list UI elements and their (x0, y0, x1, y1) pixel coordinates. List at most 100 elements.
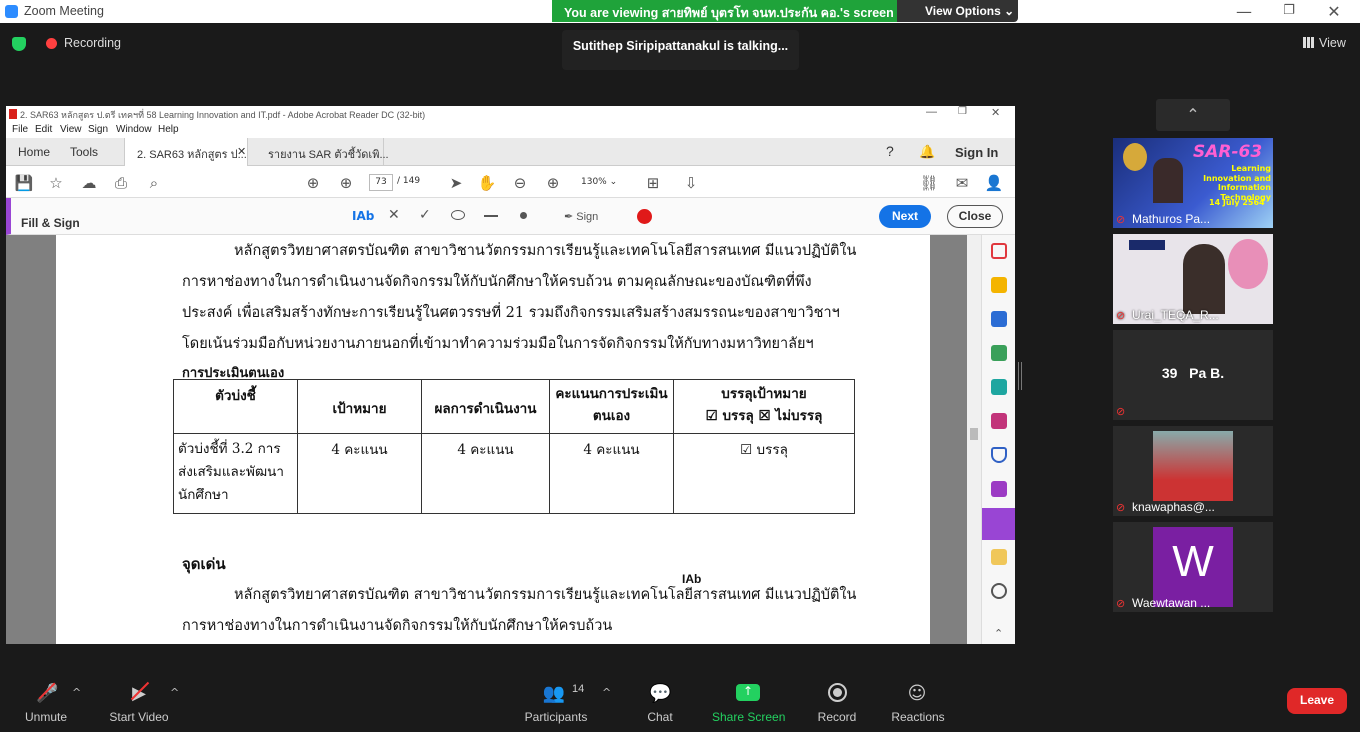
menu-view[interactable]: View (60, 124, 82, 135)
close-fill-sign-button[interactable]: Close (947, 205, 1003, 228)
page-number-input[interactable]: 73 (369, 174, 393, 191)
reactions-smiley-icon[interactable]: ☺ (906, 683, 928, 704)
pdf-page: หลักสูตรวิทยาศาสตรบัณฑิต สาขาวิชานวัตกรร… (56, 235, 930, 644)
select-cursor-icon[interactable]: ➤ (446, 174, 466, 192)
slide-subtitle: Learning Innovation and Information Tech… (1203, 164, 1271, 202)
page-fit-icon[interactable]: ⊞ (643, 174, 663, 192)
scrollbar-thumb[interactable] (970, 428, 978, 440)
chat-button[interactable]: Chat (642, 710, 678, 724)
participants-button[interactable]: Participants (522, 710, 590, 724)
reactions-button[interactable]: Reactions (890, 710, 946, 724)
participant-tile-3[interactable]: 39 Pa B. ⊘ (1113, 330, 1273, 420)
menu-help[interactable]: Help (158, 124, 179, 135)
hand-tool-icon[interactable]: ✋ (477, 174, 497, 192)
notification-bell-icon[interactable]: 🔔 (919, 138, 935, 166)
video-options-chevron-icon[interactable]: ^ (170, 686, 179, 699)
video-camera-icon[interactable]: ▶ (128, 683, 150, 704)
zoom-search-icon[interactable]: ⌕ (144, 174, 164, 192)
maximize-button[interactable]: ❐ (1277, 3, 1301, 18)
start-video-button[interactable]: Start Video (105, 710, 173, 724)
muted-mic-icon: ⊘ (1116, 502, 1126, 514)
email-icon[interactable]: ✉ (952, 174, 972, 192)
close-tab-icon[interactable]: ✕ (237, 145, 246, 158)
minimize-button[interactable]: — (1232, 2, 1256, 21)
acro-maximize-icon[interactable]: ❐ (958, 106, 967, 117)
sign-active-rail-icon[interactable] (982, 508, 1015, 540)
prepare-form-icon[interactable] (991, 481, 1007, 497)
gallery-scroll-up-button[interactable]: ⌃ (1156, 99, 1230, 131)
bookmark-star-icon[interactable]: ☆ (46, 174, 66, 192)
menu-file[interactable]: File (12, 124, 28, 135)
convert-icon[interactable] (991, 379, 1007, 395)
fill-sign-rail-icon[interactable] (991, 413, 1007, 429)
zoom-level-select[interactable]: 130% ⌄ (575, 174, 625, 191)
zoom-out-icon[interactable]: ⊖ (510, 174, 530, 192)
cross-mark-icon[interactable]: ✕ (388, 207, 400, 223)
menu-edit[interactable]: Edit (35, 124, 52, 135)
participant-tile-1[interactable]: SAR-63 Learning Innovation and Informati… (1113, 138, 1273, 228)
view-label: View (1319, 36, 1346, 50)
resize-handle[interactable] (1018, 362, 1022, 390)
menu-window[interactable]: Window (116, 124, 152, 135)
participants-count: 14 (572, 683, 585, 695)
share-screen-button[interactable]: Share Screen (712, 710, 785, 724)
tab-document-1[interactable]: 2. SAR63 หลักสูตร ป... ✕ (124, 138, 248, 166)
next-button[interactable]: Next (879, 205, 931, 228)
tab-tools[interactable]: Tools (70, 138, 98, 166)
header-result: ผลการดำเนินงาน (421, 379, 550, 434)
zoom-in-icon[interactable]: ⊕ (543, 174, 563, 192)
view-layout-button[interactable]: View (1296, 32, 1348, 54)
leave-meeting-button[interactable]: Leave (1287, 688, 1347, 714)
print-icon[interactable]: ⎙ (111, 174, 131, 192)
edit-pdf-icon[interactable] (991, 345, 1007, 361)
tab-document-2[interactable]: รายงาน SAR ตัวชี้วัดเพิ... (256, 138, 389, 166)
participant-tile-5[interactable]: W ⊘ Waewtawan ... (1113, 522, 1273, 612)
tab-home[interactable]: Home (18, 138, 50, 166)
acro-close-icon[interactable]: ✕ (991, 106, 1000, 119)
upload-cloud-icon[interactable]: ☁ (79, 174, 99, 192)
next-page-icon[interactable]: ⊕ (336, 174, 356, 192)
chat-bubble-icon[interactable]: 💬 (649, 683, 671, 704)
view-options-button[interactable]: View Options ⌄ (897, 0, 1018, 22)
help-icon[interactable]: ? (886, 138, 894, 166)
participants-icon[interactable]: 👥 (540, 683, 568, 704)
acro-minimize-icon[interactable]: — (926, 106, 937, 118)
share-screen-icon[interactable]: ↑ (736, 684, 760, 701)
protect-shield-icon[interactable] (991, 447, 1007, 463)
participant-video (1153, 431, 1233, 501)
muted-mic-icon: ⊘ (1116, 214, 1126, 226)
tools-right-rail: ⌃ (981, 235, 1015, 644)
check-mark-icon[interactable]: ✓ (419, 207, 431, 223)
link-icon[interactable]: ⛓ (919, 174, 939, 192)
participants-chevron-icon[interactable]: ^ (602, 686, 611, 699)
tab-doc1-label: 2. SAR63 หลักสูตร ป... (137, 149, 247, 161)
dot-tool-icon[interactable] (520, 212, 527, 219)
color-picker-icon[interactable] (637, 209, 652, 224)
scroll-mode-icon[interactable]: ⇩ (681, 174, 701, 192)
collapse-rail-icon[interactable]: ⌃ (994, 627, 1003, 640)
organize-pages-icon[interactable] (991, 311, 1007, 327)
unmute-button[interactable]: Unmute (22, 710, 70, 724)
send-review-icon[interactable] (991, 549, 1007, 565)
participant-tile-2[interactable]: ⊘ Urai_TEQA_R... (1113, 234, 1273, 324)
sign-in-button[interactable]: Sign In (955, 138, 998, 166)
save-icon[interactable]: 💾 (14, 174, 34, 192)
prev-page-icon[interactable]: ⊕ (303, 174, 323, 192)
security-shield-icon[interactable] (12, 37, 26, 51)
more-tools-icon[interactable] (991, 583, 1007, 599)
audio-options-chevron-icon[interactable]: ^ (72, 686, 81, 699)
sign-tool-button[interactable]: ✒ Sign (564, 210, 598, 223)
participant-tile-4[interactable]: ⊘ knawaphas@... (1113, 426, 1273, 516)
export-pdf-icon[interactable] (991, 243, 1007, 259)
participant-name: ⊘ Urai_TEQA_R... (1116, 308, 1219, 322)
add-text-tool-icon[interactable]: IAb (352, 209, 374, 223)
comment-icon[interactable] (991, 277, 1007, 293)
menu-sign[interactable]: Sign (88, 124, 108, 135)
vertical-scrollbar[interactable] (967, 235, 981, 644)
line-tool-icon[interactable] (484, 215, 498, 217)
record-button[interactable]: Record (816, 710, 858, 724)
close-window-button[interactable]: ✕ (1322, 2, 1346, 21)
ellipse-tool-icon[interactable] (451, 210, 465, 220)
add-user-icon[interactable]: 👤 (984, 174, 1004, 192)
header-achievement-label: บรรลุเป้าหมาย (721, 386, 807, 402)
